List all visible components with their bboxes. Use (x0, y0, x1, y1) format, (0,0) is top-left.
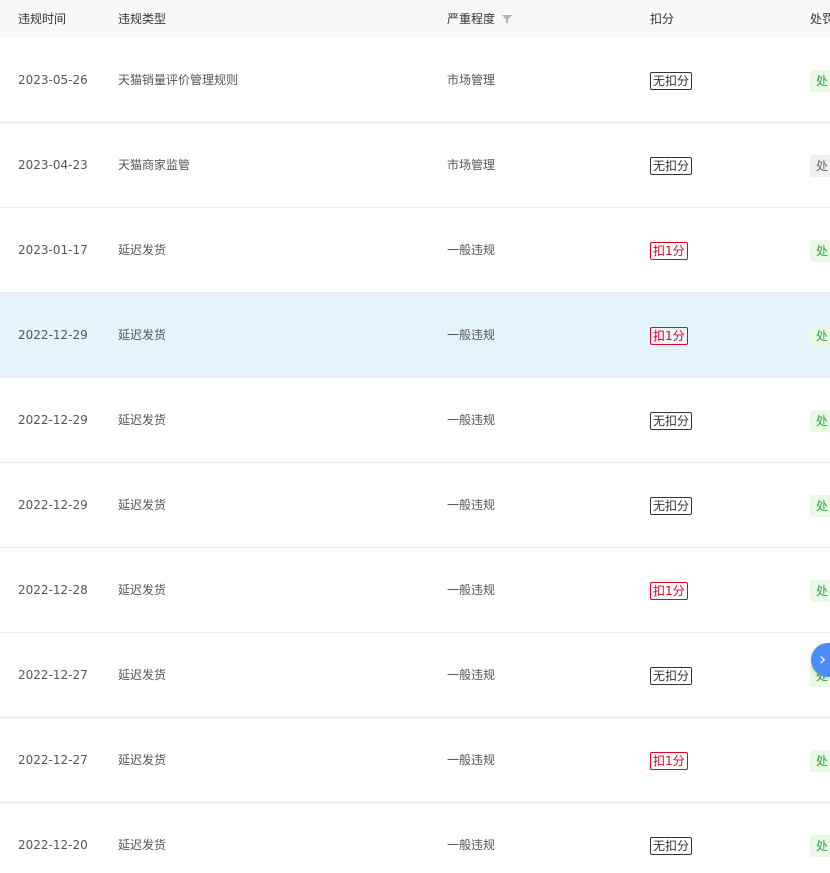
score-cell: 扣1分 (650, 208, 688, 292)
violation-type: 延迟发货 (118, 328, 167, 342)
severity: 一般违规 (447, 668, 496, 682)
score-cell: 无扣分 (650, 123, 693, 207)
status-cell: 处 (810, 293, 830, 377)
violation-type: 延迟发货 (118, 498, 167, 512)
severity: 市场管理 (447, 73, 496, 87)
violation-type: 延迟发货 (118, 668, 167, 682)
status-badge: 处 (810, 834, 830, 857)
severity: 一般违规 (447, 583, 496, 597)
status-badge: 处 (810, 579, 830, 602)
status-badge: 处 (810, 69, 830, 92)
table-row[interactable]: 2023-04-23 天猫商家监管 市场管理 无扣分 处 (0, 123, 830, 208)
table-row[interactable]: 2022-12-27 延迟发货 一般违规 扣1分 处 (0, 718, 830, 803)
score-tag: 无扣分 (650, 411, 693, 430)
table-row[interactable]: 2022-12-27延迟发货一般违规无扣分处 (0, 633, 830, 718)
violation-type: 延迟发货 (118, 838, 167, 852)
severity: 一般违规 (447, 753, 496, 767)
score-tag: 扣1分 (650, 241, 688, 260)
score-cell: 无扣分 (650, 633, 693, 717)
status-badge: 处 (810, 749, 830, 772)
violation-time: 2022-12-20 (18, 838, 88, 852)
severity: 一般违规 (447, 243, 496, 257)
score-cell: 无扣分 (650, 803, 693, 873)
score-cell: 无扣分 (650, 378, 693, 462)
table-row[interactable]: 2022-12-28 延迟发货 一般违规 扣1分 处 (0, 548, 830, 633)
score-cell: 无扣分 (650, 38, 693, 122)
status-cell: 处 (810, 803, 830, 873)
severity: 市场管理 (447, 158, 496, 172)
table-header: 违规时间 违规类型 严重程度 扣分 处罚 (0, 0, 830, 38)
violation-type: 延迟发货 (118, 413, 167, 427)
status-badge: 处 (810, 409, 830, 432)
column-header-severity[interactable]: 严重程度 (447, 0, 513, 38)
score-tag: 无扣分 (650, 71, 693, 90)
status-badge: 处 (810, 154, 830, 177)
score-tag: 扣1分 (650, 326, 688, 345)
table-body: 2023-05-26 天猫销量评价管理规则 市场管理 无扣分处 2023-04-23 天猫… (0, 38, 830, 873)
column-header-status: 处罚 (810, 12, 830, 26)
score-cell: 扣1分 (650, 548, 688, 632)
violation-time: 2023-05-26 (18, 73, 88, 87)
column-header-time: 违规时间 (18, 12, 67, 26)
violation-time: 2023-04-23 (18, 158, 88, 172)
score-tag: 无扣分 (650, 836, 693, 855)
violation-type: 延迟发货 (118, 243, 167, 257)
score-cell: 扣1分 (650, 293, 688, 377)
severity: 一般违规 (447, 413, 496, 427)
status-cell: 处 (810, 208, 830, 292)
violation-time: 2022-12-27 (18, 753, 88, 767)
status-cell: 处 (810, 378, 830, 462)
violation-type: 延迟发货 (118, 753, 167, 767)
status-badge: 处 (810, 494, 830, 517)
table-row[interactable]: 2022-12-29 延迟发货 一般违规 无扣分 处 (0, 463, 830, 548)
violation-type: 天猫商家监管 (118, 158, 191, 172)
column-header-type: 违规类型 (118, 12, 167, 26)
score-cell: 无扣分 (650, 463, 693, 547)
status-cell: 处 (810, 718, 830, 802)
status-cell: 处 (810, 463, 830, 547)
status-badge: 处 (810, 324, 830, 347)
severity: 一般违规 (447, 498, 496, 512)
table-row[interactable]: 2022-12-29 延迟发货 一般违规 无扣分 处 (0, 378, 830, 463)
severity: 一般违规 (447, 838, 496, 852)
table-row[interactable]: 2023-05-26 天猫销量评价管理规则 市场管理 无扣分 处 (0, 38, 830, 123)
score-tag: 扣1分 (650, 751, 688, 770)
score-cell: 扣1分 (650, 718, 688, 802)
score-tag: 扣1分 (650, 581, 688, 600)
severity: 一般违规 (447, 328, 496, 342)
score-tag: 无扣分 (650, 666, 693, 685)
column-header-severity-label: 严重程度 (447, 12, 496, 26)
violation-time: 2022-12-28 (18, 583, 88, 597)
filter-icon[interactable] (502, 14, 513, 24)
status-cell: 处 (810, 548, 830, 632)
score-tag: 无扣分 (650, 156, 693, 175)
score-tag: 无扣分 (650, 496, 693, 515)
column-header-score: 扣分 (650, 12, 675, 26)
violation-type: 延迟发货 (118, 583, 167, 597)
table-row[interactable]: 2022-12-29 延迟发货 一般违规 扣1分 处 (0, 293, 830, 378)
status-badge: 处 (810, 239, 830, 262)
status-cell: 处 (810, 123, 830, 207)
violation-records-table: 违规时间 违规类型 严重程度 扣分 处罚 2023-05-26 天猫销量评价管理规… (0, 0, 830, 873)
table-row[interactable]: 2023-01-17 延迟发货 一般违规 扣1分 处 (0, 208, 830, 293)
violation-time: 2022-12-29 (18, 413, 88, 427)
violation-time: 2022-12-27 (18, 668, 88, 682)
violation-time: 2022-12-29 (18, 328, 88, 342)
status-cell: 处 (810, 38, 830, 122)
violation-time: 2023-01-17 (18, 243, 88, 257)
table-row[interactable]: 2022-12-20 延迟发货 一般违规 无扣分 处 (0, 803, 830, 873)
violation-time: 2022-12-29 (18, 498, 88, 512)
violation-type: 天猫销量评价管理规则 (118, 73, 239, 87)
